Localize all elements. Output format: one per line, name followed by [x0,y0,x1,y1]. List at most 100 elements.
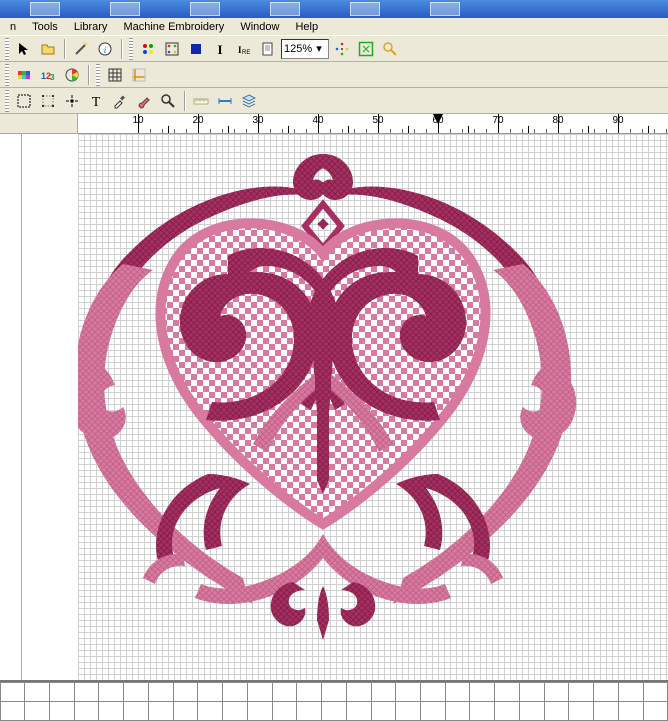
info-cell [197,682,223,702]
toolbar-2: 123 [0,62,668,88]
info-cell [519,701,545,721]
titlebar-strip [0,0,668,18]
ruler-tick-label: 40 [312,115,323,126]
info-cell [0,701,25,721]
guide-line-button[interactable] [214,90,236,112]
zoom-tool-button[interactable] [157,90,179,112]
select-points-button[interactable] [37,90,59,112]
info-cell [123,701,149,721]
ruler-tick-label: 70 [492,115,503,126]
info-cell [123,682,149,702]
ruler-tick-label: 50 [372,115,383,126]
info-cell [98,682,124,702]
info-cell [618,701,644,721]
menu-window[interactable]: Window [232,19,287,35]
svg-text:T: T [92,95,101,109]
info-cell [568,701,594,721]
measure-button[interactable] [190,90,212,112]
menu-machine-embroidery[interactable]: Machine Embroidery [115,19,232,35]
info-cell [494,682,520,702]
ruler-vertical[interactable] [0,134,22,688]
toolbar-3: T [0,88,668,114]
ruler-corner [0,114,78,134]
ruler-marker[interactable] [433,114,443,124]
info-cell [445,701,471,721]
design-canvas[interactable] [78,134,668,688]
menu-n[interactable]: n [2,19,24,35]
numbered-list-button[interactable]: 123 [37,64,59,86]
info-cell [371,682,397,702]
info-button[interactable]: i [94,38,116,60]
info-cell [24,701,50,721]
page-button[interactable] [257,38,279,60]
ruler-tick-label: 30 [252,115,263,126]
info-cell [469,682,495,702]
ruler-tick-label: 10 [132,115,143,126]
text-ire-button[interactable]: IRE [233,38,255,60]
ruler-tick-label: 80 [552,115,563,126]
info-cell [74,682,100,702]
svg-text:RE: RE [242,50,250,56]
text-i-button[interactable]: I [209,38,231,60]
info-cell [98,701,124,721]
info-cell [272,701,298,721]
zoom-combobox[interactable]: 125% ▾ [281,39,329,59]
info-cell [222,701,248,721]
toolbar-1: i I IRE 125% ▾ [0,36,668,62]
info-cell [49,682,75,702]
info-cell [593,701,619,721]
svg-text:I: I [217,42,222,57]
chevron-down-icon: ▾ [312,42,326,55]
menu-help[interactable]: Help [287,19,326,35]
info-cell [197,701,223,721]
palette-button[interactable] [13,64,35,86]
grid-toggle-button[interactable] [104,64,126,86]
info-cell [395,701,421,721]
svg-text:3: 3 [50,73,55,82]
info-cell [618,682,644,702]
left-gutter [22,134,78,688]
info-cell [173,701,199,721]
info-cell [148,701,174,721]
info-cell [643,701,668,721]
info-cell [445,682,471,702]
ruler-tick-label: 20 [192,115,203,126]
fill-square-button[interactable] [185,38,207,60]
cross-stitch-artwork [78,134,668,688]
menu-library[interactable]: Library [66,19,116,35]
text-tool-button[interactable]: T [85,90,107,112]
info-cell [24,682,50,702]
info-cell [544,701,570,721]
info-cell [321,701,347,721]
cursor-tool-button[interactable] [13,38,35,60]
info-cell [148,682,174,702]
four-dots-b-button[interactable] [161,38,183,60]
cross-dots-button[interactable] [331,38,353,60]
ruler-horizontal[interactable]: 102030405060708090 [78,114,668,133]
info-cell [494,701,520,721]
info-cell [519,682,545,702]
layers-button[interactable] [238,90,260,112]
ruler-area: 102030405060708090 [0,114,668,134]
info-cell [371,701,397,721]
eyedropper-button[interactable] [109,90,131,112]
color-circle-button[interactable] [61,64,83,86]
info-cell [247,682,273,702]
guides-toggle-button[interactable] [128,64,150,86]
open-button[interactable] [37,38,59,60]
menu-tools[interactable]: Tools [24,19,66,35]
four-dots-a-button[interactable] [137,38,159,60]
select-rect-button[interactable] [13,90,35,112]
magnifier-button[interactable] [379,38,401,60]
wand-button[interactable] [70,38,92,60]
info-cell [643,682,668,702]
info-cell [247,701,273,721]
info-cell [296,682,322,702]
point-tool-button[interactable] [61,90,83,112]
info-cell [321,682,347,702]
info-cell [49,701,75,721]
info-cell [346,701,372,721]
fit-view-button[interactable] [355,38,377,60]
info-cell [296,701,322,721]
brush-button[interactable] [133,90,155,112]
